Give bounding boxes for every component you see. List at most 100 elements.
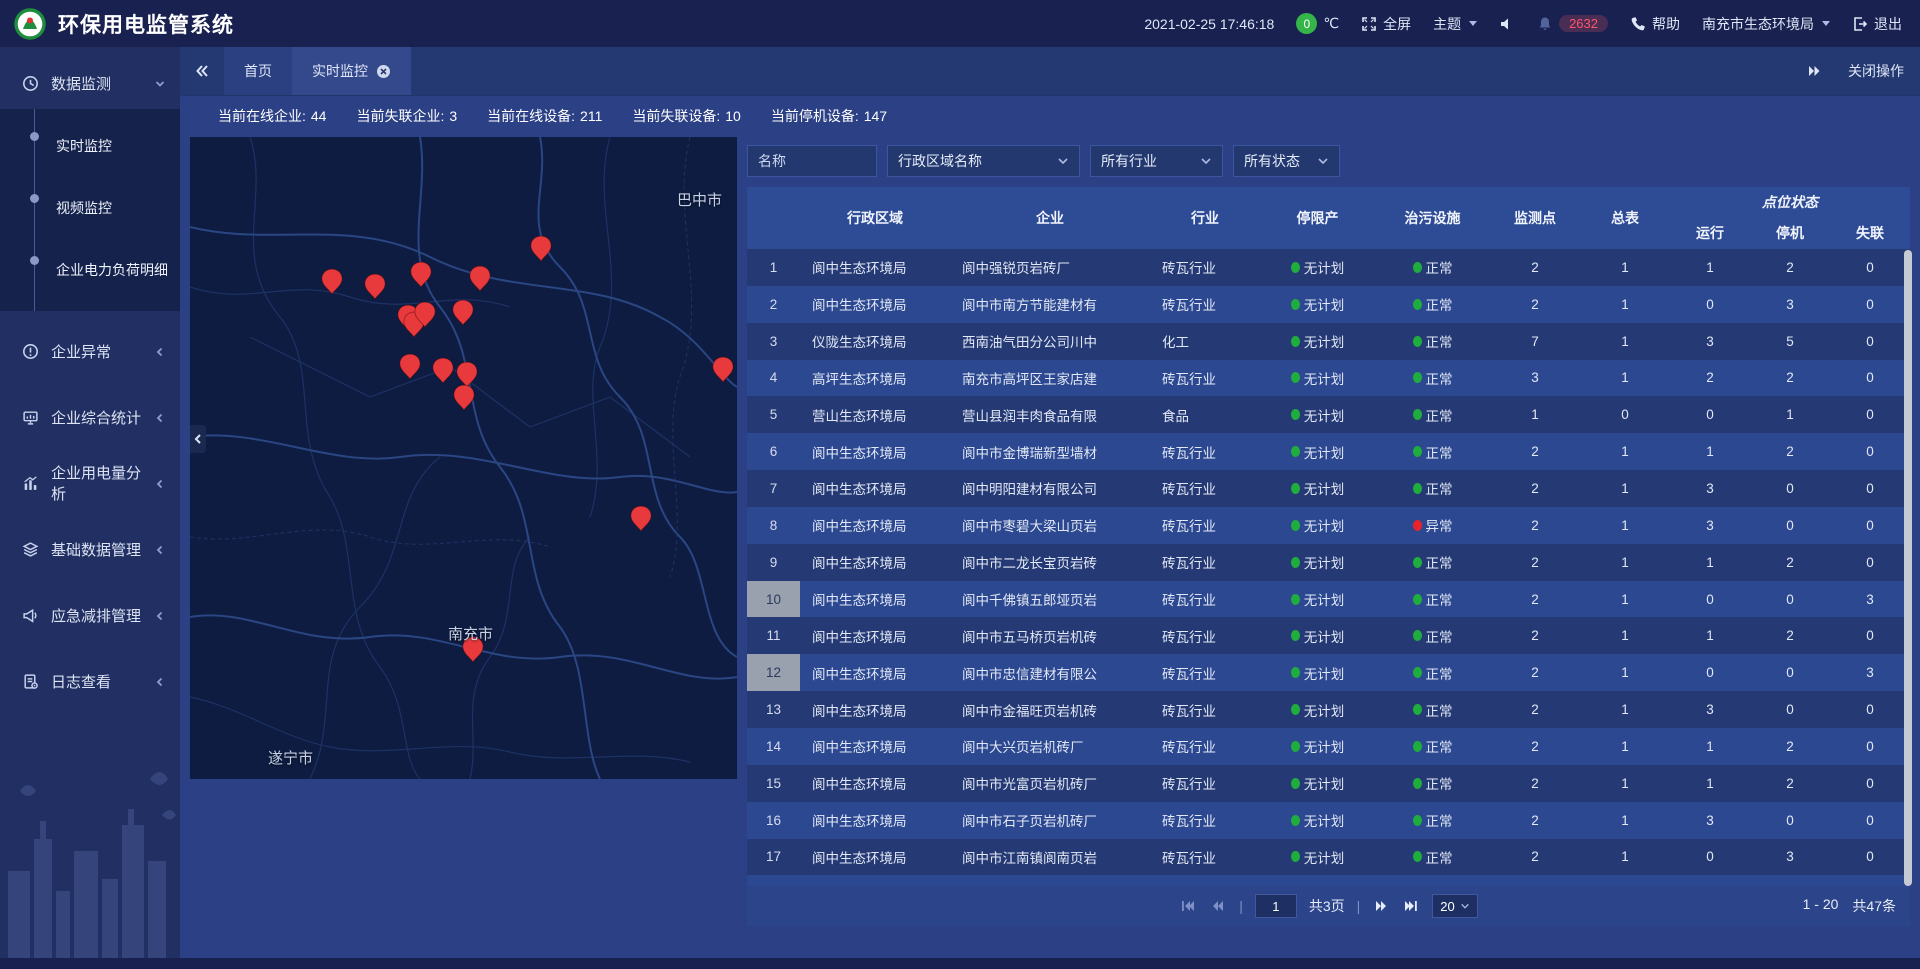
page-number-input[interactable]: [1255, 894, 1297, 918]
industry-select[interactable]: 所有行业: [1090, 145, 1223, 177]
table-row[interactable]: 15阆中生态环境局阆中市光富页岩机砖厂砖瓦行业无计划正常21120: [747, 765, 1910, 802]
cell-lost: 0: [1830, 433, 1910, 470]
org-label: 南充市生态环境局: [1702, 14, 1814, 34]
tab-realtime[interactable]: 实时监控: [292, 47, 411, 95]
first-page-button[interactable]: [1179, 897, 1197, 915]
tabs-scroll-left-button[interactable]: [180, 47, 224, 95]
logout-button[interactable]: 退出: [1852, 14, 1902, 34]
table-row[interactable]: 14阆中生态环境局阆中大兴页岩机砖厂砖瓦行业无计划正常21120: [747, 728, 1910, 765]
fullscreen-button[interactable]: 全屏: [1361, 14, 1411, 34]
table-row[interactable]: 6阆中生态环境局阆中市金博瑞新型墙材砖瓦行业无计划正常21120: [747, 433, 1910, 470]
table-row[interactable]: 12阆中生态环境局阆中市忠信建材有限公砖瓦行业无计划正常21003: [747, 654, 1910, 691]
status-select-value: 所有状态: [1244, 151, 1300, 171]
map-canvas[interactable]: 巴中市南充市遂宁市: [190, 137, 737, 779]
horn-icon: [22, 607, 39, 624]
sidebar-item-label: 企业综合统计: [51, 407, 142, 428]
speaker-icon: [1499, 16, 1515, 32]
table-row[interactable]: 16阆中生态环境局阆中市石子页岩机砖厂砖瓦行业无计划正常21300: [747, 802, 1910, 839]
name-search-input[interactable]: [747, 145, 877, 177]
sidebar-item-label: 企业异常: [51, 341, 142, 362]
sidebar-item-enterprise-stats[interactable]: 企业综合统计: [0, 391, 180, 443]
cell-limit-production: 无计划: [1260, 875, 1375, 886]
cell-lost: 0: [1830, 286, 1910, 323]
region-select[interactable]: 行政区域名称: [887, 145, 1080, 177]
table-row[interactable]: 17阆中生态环境局阆中市江南镇阆南页岩砖瓦行业无计划正常21030: [747, 839, 1910, 876]
close-icon[interactable]: [376, 64, 391, 79]
column-header-limit: 停限产: [1260, 187, 1375, 249]
table-row[interactable]: 2阆中生态环境局阆中市南方节能建材有砖瓦行业无计划正常21030: [747, 286, 1910, 323]
stat-item: 当前失联企业:3: [356, 106, 457, 126]
status-select[interactable]: 所有状态: [1233, 145, 1340, 177]
column-header-stop: 停机: [1750, 217, 1830, 249]
cell-industry: 食品: [1150, 396, 1260, 433]
sidebar-subitem-label: 视频监控: [56, 198, 112, 218]
industry-select-value: 所有行业: [1101, 151, 1157, 171]
table-row[interactable]: 4高坪生态环境局南充市高坪区王家店建砖瓦行业无计划正常31220: [747, 360, 1910, 397]
mute-button[interactable]: [1499, 16, 1515, 32]
cell-industry: 砖瓦行业: [1150, 617, 1260, 654]
chevron-down-icon: [1200, 155, 1212, 167]
status-dot-green: [1291, 594, 1300, 605]
tabs-scroll-right-button[interactable]: [1806, 47, 1822, 95]
sidebar-item-power-analysis[interactable]: 企业用电量分析: [0, 457, 180, 509]
cell-company: 阆中市石子页岩机砖厂: [950, 802, 1150, 839]
close-operations-button[interactable]: 关闭操作: [1848, 61, 1904, 81]
sidebar-item-emergency-reduction[interactable]: 应急减排管理: [0, 589, 180, 641]
notifications[interactable]: 2632: [1537, 15, 1608, 32]
table-row[interactable]: 18南部生态环境局南部县砂华页岩有限公砖瓦行业无计划正常60060: [747, 875, 1910, 886]
org-menu[interactable]: 南充市生态环境局: [1702, 14, 1830, 34]
column-header-region: 行政区域: [800, 187, 950, 249]
table-row[interactable]: 3仪陇生态环境局西南油气田分公司川中化工无计划正常71350: [747, 323, 1910, 360]
sidebar-item-enterprise-abnormal[interactable]: 企业异常: [0, 325, 180, 377]
status-dot-green: [1413, 778, 1422, 789]
cell-company: 阆中市江南镇阆南页岩: [950, 839, 1150, 876]
sidebar-item-log-view[interactable]: 日志查看: [0, 655, 180, 707]
table-row[interactable]: 11阆中生态环境局阆中市五马桥页岩机砖砖瓦行业无计划正常21120: [747, 617, 1910, 654]
next-page-button[interactable]: [1372, 897, 1390, 915]
tab-home[interactable]: 首页: [224, 47, 292, 95]
cell-monitor-points: 2: [1490, 728, 1580, 765]
map-collapse-handle[interactable]: [190, 425, 206, 453]
limit-text: 无计划: [1304, 368, 1345, 388]
temperature-value: 0: [1296, 13, 1317, 34]
cell-pollution-facility: 正常: [1375, 360, 1490, 397]
logout-label: 退出: [1874, 14, 1902, 34]
sidebar: 数据监测实时监控视频监控企业电力负荷明细企业异常企业综合统计企业用电量分析基础数…: [0, 47, 180, 969]
table-row[interactable]: 1阆中生态环境局阆中强锐页岩砖厂砖瓦行业无计划正常21120: [747, 249, 1910, 286]
theme-menu[interactable]: 主题: [1433, 14, 1477, 34]
table-row[interactable]: 9阆中生态环境局阆中市二龙长宝页岩砖砖瓦行业无计划正常21120: [747, 544, 1910, 581]
status-dot-green: [1413, 557, 1422, 568]
sidebar-subitem-realtime-monitor[interactable]: 实时监控: [0, 115, 180, 177]
help-button[interactable]: 帮助: [1630, 14, 1680, 34]
sidebar-subitem-power-load-detail[interactable]: 企业电力负荷明细: [0, 239, 180, 301]
table-row[interactable]: 7阆中生态环境局阆中明阳建材有限公司砖瓦行业无计划正常21300: [747, 470, 1910, 507]
table-row[interactable]: 8阆中生态环境局阆中市枣碧大梁山页岩砖瓦行业无计划异常21300: [747, 507, 1910, 544]
cell-running: 0: [1670, 286, 1750, 323]
column-header-total: 总表: [1580, 187, 1670, 249]
column-group-point-status: 点位状态运行停机失联: [1670, 187, 1910, 249]
table-scrollbar[interactable]: [1904, 250, 1912, 886]
limit-text: 无计划: [1304, 663, 1345, 683]
chevron-left-icon: [154, 345, 166, 357]
cell-industry: 砖瓦行业: [1150, 728, 1260, 765]
table-row[interactable]: 10阆中生态环境局阆中千佛镇五郎垭页岩砖瓦行业无计划正常21003: [747, 581, 1910, 618]
cell-total-meters: 1: [1580, 654, 1670, 691]
page-size-select[interactable]: 20: [1432, 894, 1477, 918]
cell-pollution-facility: 异常: [1375, 507, 1490, 544]
table-row[interactable]: 13阆中生态环境局阆中市金福旺页岩机砖砖瓦行业无计划正常21300: [747, 691, 1910, 728]
cell-company: 阆中千佛镇五郎垭页岩: [950, 581, 1150, 618]
cell-running: 3: [1670, 470, 1750, 507]
status-dot-green: [1413, 704, 1422, 715]
sidebar-subitem-video-monitor[interactable]: 视频监控: [0, 177, 180, 239]
sidebar-item-data-monitor[interactable]: 数据监测: [0, 57, 180, 109]
cell-index: 17: [747, 839, 800, 876]
last-page-button[interactable]: [1402, 897, 1420, 915]
status-dot-green: [1291, 409, 1300, 420]
cell-total-meters: 1: [1580, 249, 1670, 286]
tab-bar: 首页实时监控 关闭操作: [180, 47, 1920, 95]
cell-pollution-facility: 正常: [1375, 765, 1490, 802]
table-row[interactable]: 5营山生态环境局营山县润丰肉食品有限食品无计划正常10010: [747, 396, 1910, 433]
sidebar-item-base-data[interactable]: 基础数据管理: [0, 523, 180, 575]
limit-text: 无计划: [1304, 773, 1345, 793]
prev-page-button[interactable]: [1209, 897, 1227, 915]
